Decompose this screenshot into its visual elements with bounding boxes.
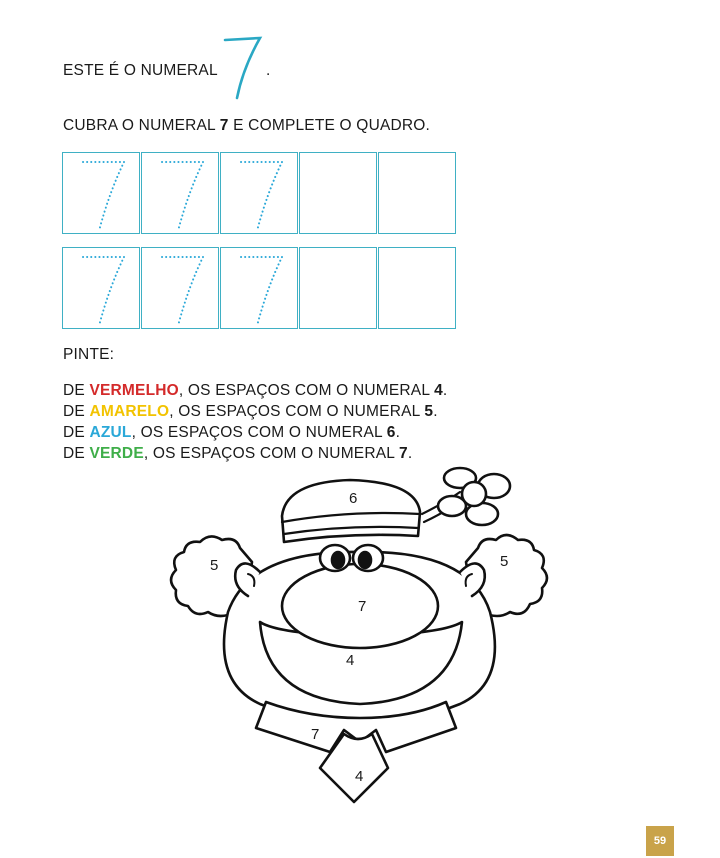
label-tie: 4 xyxy=(355,768,364,785)
pinte-heading: PINTE: xyxy=(63,346,115,363)
trace-cell[interactable] xyxy=(141,152,219,234)
clown-illustration xyxy=(169,466,549,804)
instruction-line: CUBRA O NUMERAL 7 E COMPLETE O QUADRO. xyxy=(63,117,430,135)
trace-grid-row-2 xyxy=(62,247,459,331)
label-nose: 7 xyxy=(358,598,367,615)
instruction-num: 7 xyxy=(219,117,229,134)
trace-cell[interactable] xyxy=(220,152,298,234)
rule-red: DE VERMELHO, OS ESPAÇOS COM O NUMERAL 4. xyxy=(63,382,448,399)
trace-cell[interactable] xyxy=(141,247,219,329)
instruction-post: E COMPLETE O QUADRO. xyxy=(228,117,431,134)
flower[interactable] xyxy=(436,466,512,527)
label-hat: 6 xyxy=(349,490,358,507)
page-number: 59 xyxy=(646,826,674,856)
trace-cell[interactable] xyxy=(62,247,140,329)
label-left-hair: 5 xyxy=(210,557,219,574)
empty-cell[interactable] xyxy=(299,152,377,234)
label-collar: 7 xyxy=(311,726,320,743)
trace-grid-row-1 xyxy=(62,152,459,236)
trace-cell[interactable] xyxy=(220,247,298,329)
trace-cell[interactable] xyxy=(62,152,140,234)
rule-green: DE VERDE, OS ESPAÇOS COM O NUMERAL 7. xyxy=(63,445,413,462)
label-right-hair: 5 xyxy=(500,553,509,570)
intro-text: ESTE É O NUMERAL xyxy=(63,62,218,79)
label-mouth: 4 xyxy=(346,652,355,669)
empty-cell[interactable] xyxy=(378,247,456,329)
intro-line: ESTE É O NUMERAL xyxy=(63,62,218,80)
instruction-pre: CUBRA O NUMERAL xyxy=(63,117,220,134)
rule-yellow: DE AMARELO, OS ESPAÇOS COM O NUMERAL 5. xyxy=(63,403,438,420)
rule-blue: DE AZUL, OS ESPAÇOS COM O NUMERAL 6. xyxy=(63,424,401,441)
empty-cell[interactable] xyxy=(299,247,377,329)
empty-cell[interactable] xyxy=(378,152,456,234)
intro-dot: . xyxy=(266,62,271,79)
